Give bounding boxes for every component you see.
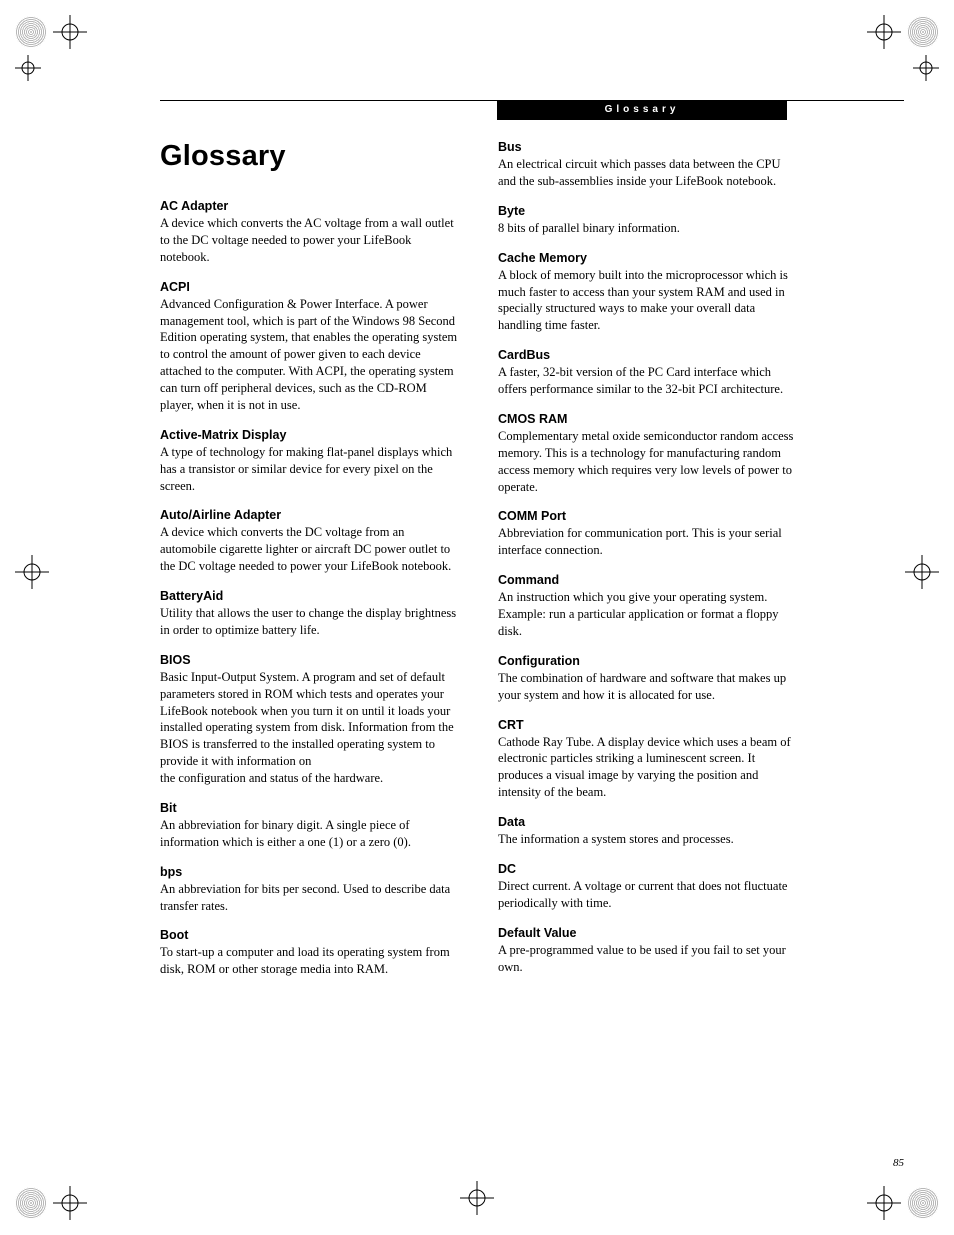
glossary-term: Boot <box>160 928 462 942</box>
glossary-definition: A device which converts the AC voltage f… <box>160 215 462 266</box>
glossary-term: Cache Memory <box>498 251 800 265</box>
glossary-entry: AC Adapter A device which converts the AC… <box>160 199 462 266</box>
glossary-entry: Default Value A pre-programmed value to b… <box>498 926 800 976</box>
glossary-entry: BIOS Basic Input-Output System. A program… <box>160 653 462 787</box>
glossary-entry: Data The information a system stores and … <box>498 815 800 848</box>
glossary-entry: COMM Port Abbreviation for communication … <box>498 509 800 559</box>
glossary-entry: Configuration The combination of hardware… <box>498 654 800 704</box>
glossary-entry: Command An instruction which you give you… <box>498 573 800 640</box>
glossary-entry: DC Direct current. A voltage or current t… <box>498 862 800 912</box>
crop-mark-icon <box>460 1181 494 1220</box>
page-number: 85 <box>893 1157 904 1169</box>
document-page: Glossary Glossary AC Adapter A device whi… <box>0 0 954 1235</box>
glossary-term: DC <box>498 862 800 876</box>
glossary-definition: The combination of hardware and software… <box>498 670 800 704</box>
glossary-definition: Abbreviation for communication port. Thi… <box>498 525 800 559</box>
glossary-term: BatteryAid <box>160 589 462 603</box>
glossary-entry: Bus An electrical circuit which passes da… <box>498 140 800 190</box>
glossary-entry: CMOS RAM Complementary metal oxide semico… <box>498 412 800 496</box>
glossary-definition: A device which converts the DC voltage f… <box>160 524 462 575</box>
column-left: Glossary AC Adapter A device which conver… <box>160 140 462 992</box>
glossary-definition: Complementary metal oxide semiconductor … <box>498 428 800 496</box>
glossary-term: bps <box>160 865 462 879</box>
glossary-term: Active-Matrix Display <box>160 428 462 442</box>
glossary-term: ACPI <box>160 280 462 294</box>
page-title: Glossary <box>160 140 462 173</box>
glossary-term: Command <box>498 573 800 587</box>
glossary-entry: Cache Memory A block of memory built into… <box>498 251 800 335</box>
glossary-term: Default Value <box>498 926 800 940</box>
glossary-term: AC Adapter <box>160 199 462 213</box>
glossary-definition: To start-up a computer and load its oper… <box>160 944 462 978</box>
glossary-entry: Auto/Airline Adapter A device which conve… <box>160 508 462 575</box>
content-area: Glossary AC Adapter A device which conver… <box>160 140 800 992</box>
glossary-entry: CardBus A faster, 32-bit version of the P… <box>498 348 800 398</box>
glossary-definition: Cathode Ray Tube. A display device which… <box>498 734 800 802</box>
glossary-entry: ACPI Advanced Configuration & Power Inter… <box>160 280 462 414</box>
crop-mark-icon <box>15 1186 87 1220</box>
glossary-entry: bps An abbreviation for bits per second. … <box>160 865 462 915</box>
glossary-term: CRT <box>498 718 800 732</box>
crop-mark-icon <box>867 15 939 49</box>
crop-mark-icon <box>867 1186 939 1220</box>
crop-mark-icon <box>15 15 87 49</box>
glossary-definition: Direct current. A voltage or current tha… <box>498 878 800 912</box>
glossary-definition: The information a system stores and proc… <box>498 831 800 848</box>
glossary-term: Bus <box>498 140 800 154</box>
glossary-entry: Bit An abbreviation for binary digit. A s… <box>160 801 462 851</box>
section-header-tab: Glossary <box>497 100 787 120</box>
glossary-definition: Utility that allows the user to change t… <box>160 605 462 639</box>
crop-mark-icon <box>913 55 939 86</box>
glossary-term: Data <box>498 815 800 829</box>
glossary-definition: A pre-programmed value to be used if you… <box>498 942 800 976</box>
glossary-entry: CRT Cathode Ray Tube. A display device wh… <box>498 718 800 802</box>
glossary-term: Auto/Airline Adapter <box>160 508 462 522</box>
column-right: Bus An electrical circuit which passes da… <box>498 140 800 992</box>
glossary-definition: An instruction which you give your opera… <box>498 589 800 640</box>
glossary-term: CardBus <box>498 348 800 362</box>
glossary-term: COMM Port <box>498 509 800 523</box>
glossary-entry: Active-Matrix Display A type of technolog… <box>160 428 462 495</box>
glossary-definition: 8 bits of parallel binary information. <box>498 220 800 237</box>
glossary-definition: An abbreviation for binary digit. A sing… <box>160 817 462 851</box>
glossary-definition: Advanced Configuration & Power Interface… <box>160 296 462 414</box>
glossary-term: Configuration <box>498 654 800 668</box>
glossary-term: CMOS RAM <box>498 412 800 426</box>
crop-mark-icon <box>15 555 49 594</box>
glossary-definition: Basic Input-Output System. A program and… <box>160 669 462 787</box>
glossary-definition: An electrical circuit which passes data … <box>498 156 800 190</box>
glossary-term: Bit <box>160 801 462 815</box>
glossary-entry: Byte 8 bits of parallel binary informatio… <box>498 204 800 237</box>
glossary-definition: A block of memory built into the micropr… <box>498 267 800 335</box>
glossary-entry: BatteryAid Utility that allows the user t… <box>160 589 462 639</box>
glossary-definition: A faster, 32-bit version of the PC Card … <box>498 364 800 398</box>
glossary-entry: Boot To start-up a computer and load its … <box>160 928 462 978</box>
glossary-term: BIOS <box>160 653 462 667</box>
glossary-definition: An abbreviation for bits per second. Use… <box>160 881 462 915</box>
glossary-definition: A type of technology for making flat-pan… <box>160 444 462 495</box>
crop-mark-icon <box>905 555 939 594</box>
crop-mark-icon <box>15 55 41 86</box>
glossary-term: Byte <box>498 204 800 218</box>
